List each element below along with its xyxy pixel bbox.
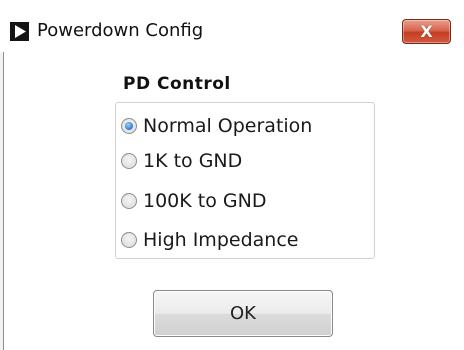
app-play-icon <box>10 22 29 41</box>
radio-label: 1K to GND <box>143 150 243 172</box>
radio-high-impedance[interactable]: High Impedance <box>121 225 298 255</box>
radio-button-checked[interactable] <box>121 118 137 134</box>
radio-label: 100K to GND <box>143 190 267 212</box>
window-left-border <box>0 52 4 350</box>
ok-button[interactable]: OK <box>153 290 333 337</box>
radio-label: Normal Operation <box>143 115 313 137</box>
powerdown-config-dialog: Powerdown Config X PD Control Normal Ope… <box>0 0 464 350</box>
close-button[interactable]: X <box>402 19 451 44</box>
title-bar[interactable]: Powerdown Config X <box>0 0 464 52</box>
radio-button[interactable] <box>121 232 137 248</box>
pd-control-group-title: PD Control <box>123 74 231 94</box>
radio-1k-to-gnd[interactable]: 1K to GND <box>121 146 242 176</box>
window-title: Powerdown Config <box>37 20 204 41</box>
radio-label: High Impedance <box>143 229 299 251</box>
radio-normal-operation[interactable]: Normal Operation <box>121 111 312 141</box>
radio-button[interactable] <box>121 193 137 209</box>
radio-100k-to-gnd[interactable]: 100K to GND <box>121 186 266 216</box>
close-icon: X <box>420 22 433 41</box>
radio-button[interactable] <box>121 153 137 169</box>
